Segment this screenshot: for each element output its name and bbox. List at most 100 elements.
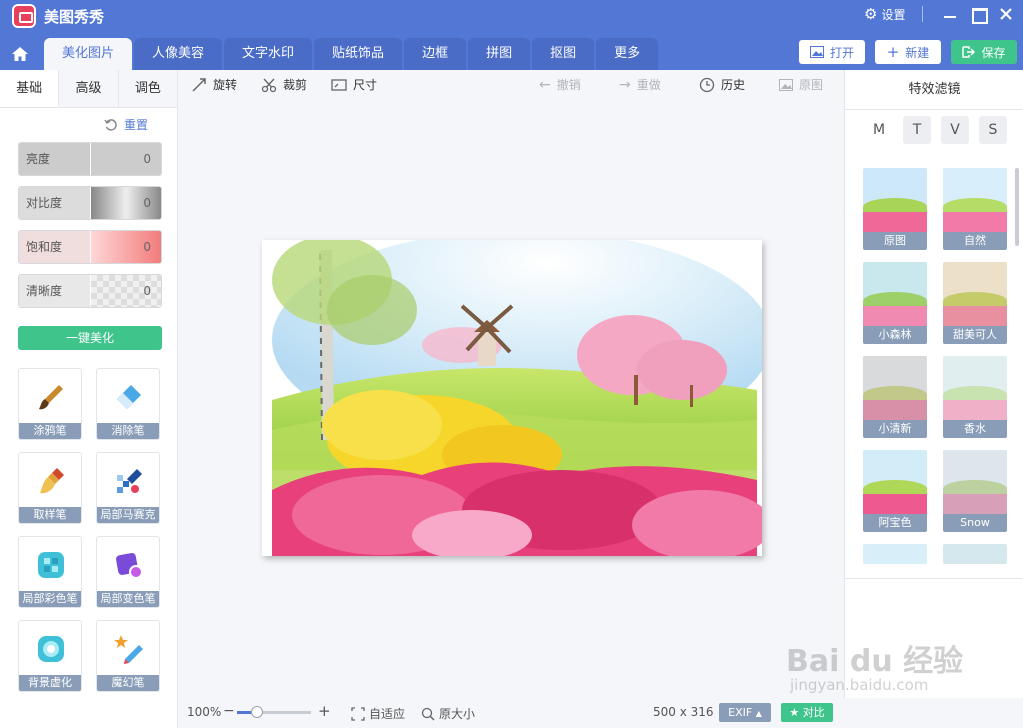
redo-icon: → [619, 76, 631, 93]
title-bar: 美图秀秀 ⚙ 设置 美化图片 人像美容 文字水印 贴纸饰品 边框 拼图 抠图 更… [0, 0, 1023, 70]
filter-original[interactable]: 原图 [863, 168, 927, 250]
tab-borders[interactable]: 边框 [404, 38, 467, 70]
star-icon: ★ [789, 706, 800, 719]
save-label: 保存 [981, 45, 1006, 60]
tab-beautify[interactable]: 美化图片 [44, 38, 133, 70]
magic-pen-tool[interactable]: 魔幻笔 [96, 620, 160, 692]
crop-button[interactable]: 裁剪 [261, 76, 307, 93]
saturation-slider[interactable]: 饱和度 0 [18, 230, 162, 264]
blur-circle-icon [35, 633, 67, 665]
exif-button[interactable]: EXIF ▲ [719, 703, 771, 722]
baidu-watermark-url: jingyan.baidu.com [790, 676, 929, 694]
filter-partial[interactable] [863, 544, 927, 564]
settings-label: 设置 [881, 8, 906, 22]
reset-icon [104, 118, 117, 131]
filter-forest[interactable]: 小森林 [863, 262, 927, 344]
size-label: 尺寸 [353, 78, 378, 92]
compare-label: 对比 [802, 706, 825, 719]
local-color-pen-tool[interactable]: 局部彩色笔 [18, 536, 82, 608]
filter-perfume[interactable]: 香水 [943, 356, 1007, 438]
redo-button[interactable]: → 重做 [619, 76, 661, 93]
fit-window-button[interactable]: 自适应 [351, 705, 405, 722]
tool-label: 魔幻笔 [97, 675, 159, 691]
tab-portrait[interactable]: 人像美容 [134, 38, 223, 70]
redo-label: 重做 [636, 78, 661, 92]
home-icon [12, 47, 28, 61]
undo-button[interactable]: ← 撤销 [539, 76, 581, 93]
one-key-beautify-button[interactable]: 一键美化 [18, 326, 162, 350]
filter-tab-v[interactable]: V [941, 116, 969, 144]
filter-label: 原图 [863, 232, 927, 250]
edit-toolbar: 旋转 裁剪 尺寸 ← 撤销 → 重做 历史 原图 [179, 70, 844, 100]
filter-abao[interactable]: 阿宝色 [863, 450, 927, 532]
maximize-button[interactable] [968, 4, 988, 24]
filter-scrollbar[interactable] [1015, 168, 1019, 246]
actual-size-button[interactable]: 原大小 [421, 705, 475, 722]
filter-natural[interactable]: 自然 [943, 168, 1007, 250]
history-button[interactable]: 历史 [699, 76, 745, 93]
tab-cutout[interactable]: 抠图 [532, 38, 595, 70]
subtab-advanced[interactable]: 高级 [59, 70, 119, 107]
filter-fresh[interactable]: 小清新 [863, 356, 927, 438]
filter-thumbnail [943, 450, 1007, 514]
filter-sweet[interactable]: 甜美可人 [943, 262, 1007, 344]
filter-partial[interactable] [943, 544, 1007, 564]
image-canvas[interactable] [179, 100, 844, 698]
filter-tab-s[interactable]: S [979, 116, 1007, 144]
crop-label: 裁剪 [283, 78, 308, 92]
recolor-icon [113, 549, 145, 581]
tool-label: 局部马赛克 [97, 507, 159, 523]
subtab-color[interactable]: 调色 [118, 70, 177, 107]
size-button[interactable]: 尺寸 [331, 76, 377, 93]
minimize-button[interactable] [940, 4, 960, 24]
contrast-slider[interactable]: 对比度 0 [18, 186, 162, 220]
fit-label: 自适应 [369, 707, 406, 721]
new-button[interactable]: + 新建 [875, 40, 941, 64]
close-button[interactable] [996, 4, 1016, 24]
filter-thumbnail [863, 168, 927, 232]
settings-button[interactable]: ⚙ 设置 [864, 6, 905, 23]
save-button[interactable]: 保存 [951, 40, 1017, 64]
filter-label: 小清新 [863, 420, 927, 438]
filter-label: 阿宝色 [863, 514, 927, 532]
sharpness-slider[interactable]: 清晰度 0 [18, 274, 162, 308]
clone-pen-tool[interactable]: 取样笔 [18, 452, 82, 524]
zoom-slider-handle[interactable] [251, 706, 263, 718]
tab-more[interactable]: 更多 [596, 38, 659, 70]
new-label: 新建 [905, 45, 930, 60]
filter-tab-t[interactable]: T [903, 116, 931, 144]
main-tabs: 美化图片 人像美容 文字水印 贴纸饰品 边框 拼图 抠图 更多 [44, 38, 660, 70]
original-button[interactable]: 原图 [779, 76, 823, 93]
filter-panel-divider [845, 578, 1023, 579]
brightness-slider[interactable]: 亮度 0 [18, 142, 162, 176]
filter-panel: 特效滤镜 M T V S 原图 自然 小森林 甜美可人 小清新 香水 阿宝色 S… [844, 70, 1023, 698]
filter-snow[interactable]: Snow [943, 450, 1007, 532]
subtab-basic[interactable]: 基础 [0, 70, 60, 107]
tool-label: 涂鸦笔 [19, 423, 81, 439]
filter-tab-m[interactable]: M [865, 116, 893, 144]
local-mosaic-tool[interactable]: 局部马赛克 [96, 452, 160, 524]
saturation-label: 饱和度 [19, 231, 91, 263]
reset-button[interactable]: 重置 [104, 116, 148, 133]
tab-stickers[interactable]: 贴纸饰品 [314, 38, 403, 70]
tab-text-watermark[interactable]: 文字水印 [224, 38, 313, 70]
actual-size-label: 原大小 [439, 707, 476, 721]
mosaic-pen-icon [113, 465, 145, 497]
background-blur-tool[interactable]: 背景虚化 [18, 620, 82, 692]
rotate-button[interactable]: 旋转 [191, 76, 237, 93]
filter-thumbnail [863, 544, 927, 564]
zoom-out-button[interactable]: − [223, 703, 235, 719]
compare-button[interactable]: ★ 对比 [781, 703, 833, 722]
adjust-subtabs: 基础 高级 调色 [0, 70, 177, 108]
edited-photo[interactable] [262, 240, 762, 556]
eraser-pen-tool[interactable]: 消除笔 [96, 368, 160, 440]
filter-thumbnail [943, 168, 1007, 232]
open-button[interactable]: 打开 [799, 40, 865, 64]
home-tab[interactable] [0, 38, 40, 70]
fit-icon [351, 706, 365, 721]
tool-label: 局部彩色笔 [19, 591, 81, 607]
tab-collage[interactable]: 拼图 [468, 38, 531, 70]
doodle-pen-tool[interactable]: 涂鸦笔 [18, 368, 82, 440]
local-recolor-pen-tool[interactable]: 局部变色笔 [96, 536, 160, 608]
zoom-in-button[interactable]: + [318, 702, 331, 720]
